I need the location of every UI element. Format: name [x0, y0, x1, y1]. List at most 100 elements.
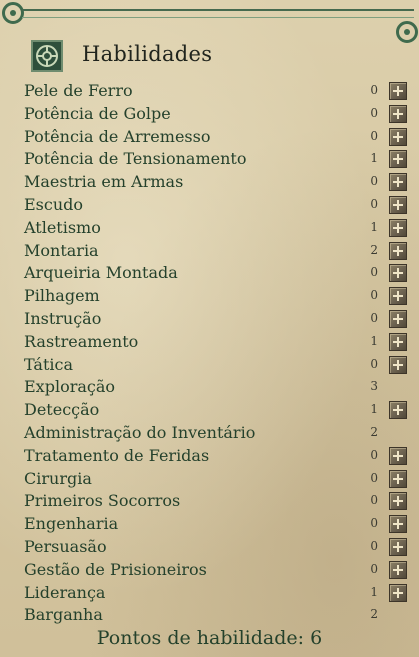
increase-skill-button[interactable] — [389, 196, 407, 214]
increase-skill-button[interactable] — [389, 492, 407, 511]
skill-name: Atletismo — [24, 217, 101, 237]
increase-skill-button[interactable] — [389, 355, 407, 374]
skill-row: Pele de Ferro 0 — [0, 80, 419, 103]
increase-skill-button[interactable] — [389, 150, 407, 169]
skill-row: Administração do Inventário 2 — [0, 422, 419, 445]
skill-value: 0 — [370, 105, 378, 120]
skill-name: Pele de Ferro — [24, 81, 133, 100]
skill-row: Gestão de Prisioneiros 0 — [0, 559, 419, 582]
increase-skill-button[interactable] — [389, 82, 407, 100]
skill-value: 0 — [370, 288, 378, 303]
skill-value: 1 — [370, 151, 378, 166]
skill-name: Tática — [24, 354, 74, 374]
corner-ornament-icon — [2, 2, 24, 24]
skill-row: Potência de Golpe 0 — [0, 103, 419, 126]
skill-value: 3 — [370, 379, 378, 394]
skill-row: Cirurgia 0 — [0, 468, 419, 491]
skill-row: Arqueiria Montada 0 — [0, 262, 419, 285]
skill-row: Montaria 2 — [0, 240, 419, 263]
increase-skill-button[interactable] — [389, 287, 407, 306]
skill-value: 1 — [370, 219, 378, 234]
increase-skill-button[interactable] — [389, 173, 407, 192]
skill-row: Potência de Tensionamento 1 — [0, 148, 419, 171]
skill-row: Maestria em Armas 0 — [0, 171, 419, 194]
skill-name: Engenharia — [24, 514, 119, 534]
skill-name: Montaria — [24, 240, 99, 260]
skill-name: Rastreamento — [24, 331, 139, 351]
skill-row: Engenharia 0 — [0, 513, 419, 536]
skill-name: Instrução — [24, 309, 102, 328]
skill-name: Exploração — [24, 377, 116, 397]
skill-row: Detecção 1 — [0, 399, 419, 422]
skill-row: Instrução 0 — [0, 308, 419, 331]
increase-skill-button[interactable] — [389, 560, 407, 579]
skill-value: 0 — [370, 174, 378, 189]
increase-skill-button[interactable] — [389, 218, 407, 237]
skill-row: Tratamento de Feridas 0 — [0, 445, 419, 468]
skill-row: Barganha 2 — [0, 604, 419, 627]
skill-value: 0 — [370, 516, 378, 531]
increase-skill-button[interactable] — [389, 241, 407, 260]
skill-row: Tática 0 — [0, 354, 419, 377]
skill-value: 0 — [370, 561, 378, 576]
skill-value: 0 — [370, 493, 378, 508]
skill-name: Administração do Inventário — [24, 423, 256, 442]
skill-value: 0 — [370, 311, 378, 325]
increase-skill-button[interactable] — [389, 332, 407, 351]
increase-skill-button[interactable] — [389, 104, 407, 123]
increase-skill-button[interactable] — [389, 515, 407, 534]
skill-name: Primeiros Socorros — [24, 491, 181, 511]
skill-value: 0 — [370, 470, 378, 485]
skill-value: 0 — [370, 447, 378, 462]
skill-row: Liderança 1 — [0, 582, 419, 605]
skill-value: 2 — [370, 607, 378, 622]
skill-name: Barganha — [24, 605, 103, 625]
skill-name: Cirurgia — [24, 468, 92, 488]
skill-name: Liderança — [24, 582, 106, 602]
increase-skill-button[interactable] — [389, 127, 407, 146]
skill-points-label: Pontos de habilidade: 6 — [96, 627, 323, 649]
skill-value: 1 — [370, 402, 378, 417]
skill-row: Atletismo 1 — [0, 217, 419, 240]
increase-skill-button[interactable] — [389, 310, 407, 328]
skill-name: Arqueiria Montada — [24, 263, 178, 283]
skills-emblem-icon — [31, 40, 63, 72]
skill-value: 0 — [370, 197, 378, 211]
skill-value: 2 — [370, 425, 378, 439]
skill-name: Potência de Arremesso — [24, 126, 211, 146]
skill-row: Escudo 0 — [0, 194, 419, 217]
skill-row: Potência de Arremesso 0 — [0, 126, 419, 149]
skill-value: 0 — [370, 539, 378, 553]
skill-row: Persuasão 0 — [0, 536, 419, 559]
increase-skill-button[interactable] — [389, 264, 407, 283]
skill-name: Persuasão — [24, 537, 107, 556]
skill-row: Primeiros Socorros 0 — [0, 490, 419, 513]
skill-value: 2 — [370, 242, 378, 257]
skill-value: 0 — [370, 83, 378, 97]
skill-value: 0 — [370, 356, 378, 371]
skill-name: Escudo — [24, 195, 84, 214]
skills-panel: Habilidades Pele de Ferro 0 Potência de Go… — [0, 0, 419, 657]
increase-skill-button[interactable] — [389, 583, 407, 602]
skill-name: Tratamento de Feridas — [24, 445, 210, 465]
skill-name: Potência de Tensionamento — [24, 149, 247, 169]
increase-skill-button[interactable] — [389, 401, 407, 420]
skill-row: Exploração 3 — [0, 376, 419, 399]
skill-name: Detecção — [24, 400, 100, 420]
top-divider — [22, 9, 414, 18]
increase-skill-button[interactable] — [389, 469, 407, 488]
skill-value: 0 — [370, 128, 378, 143]
skill-name: Pilhagem — [24, 286, 100, 306]
skill-name: Maestria em Armas — [24, 172, 184, 192]
skill-value: 1 — [370, 584, 378, 599]
skill-row: Pilhagem 0 — [0, 285, 419, 308]
skill-value: 0 — [370, 265, 378, 280]
increase-skill-button[interactable] — [389, 538, 407, 556]
increase-skill-button[interactable] — [389, 446, 407, 465]
skill-name: Potência de Golpe — [24, 103, 171, 123]
skill-row: Rastreamento 1 — [0, 331, 419, 354]
skill-value: 1 — [370, 333, 378, 348]
page-title: Habilidades — [82, 42, 213, 66]
corner-ornament-icon — [396, 21, 418, 43]
skill-name: Gestão de Prisioneiros — [24, 559, 207, 579]
